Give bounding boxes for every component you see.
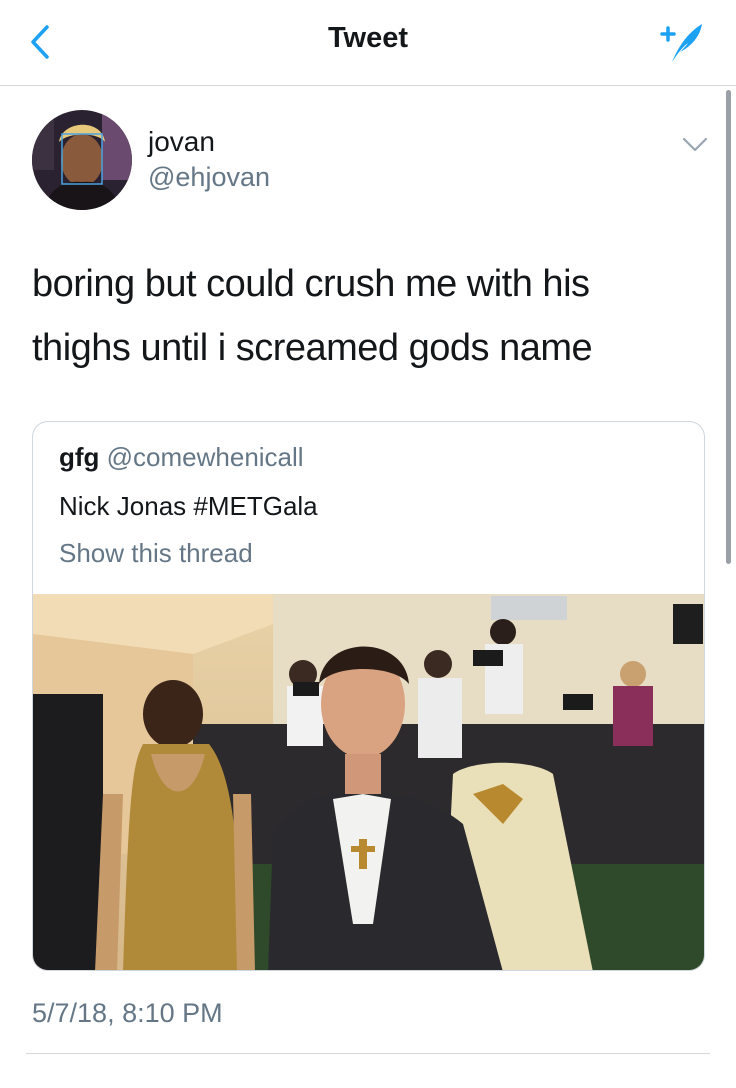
- show-thread-link[interactable]: Show this thread: [59, 538, 253, 569]
- author-name[interactable]: jovan: [148, 126, 215, 158]
- scrollbar[interactable]: [726, 90, 731, 564]
- compose-tweet-button[interactable]: [656, 18, 708, 68]
- quoted-tweet-card[interactable]: gfg @comewhenicall Nick Jonas #METGala S…: [32, 421, 705, 971]
- tweet-text: boring but could crush me with his thigh…: [32, 252, 692, 380]
- tweet-timestamp: 5/7/18, 8:10 PM: [32, 998, 223, 1028]
- chevron-down-icon: [682, 137, 708, 152]
- quoted-tweet-header: gfg @comewhenicall: [59, 442, 304, 473]
- tweet-text-line: thighs until i screamed gods name: [32, 327, 593, 369]
- avatar-photo: [32, 110, 132, 210]
- tweet-text-line: boring but could crush me with his: [32, 263, 590, 305]
- divider: [26, 1053, 710, 1054]
- red-carpet-photo: [33, 594, 704, 970]
- page-title: Tweet: [327, 22, 409, 54]
- quoted-tweet-photo[interactable]: [33, 594, 704, 970]
- navigation-bar: Tweet: [0, 0, 736, 86]
- quoted-author-handle: @comewhenicall: [106, 442, 304, 472]
- quoted-author-name: gfg: [59, 442, 100, 472]
- avatar[interactable]: [32, 110, 132, 210]
- compose-feather-icon: [660, 24, 702, 62]
- quoted-tweet-text: Nick Jonas #METGala: [59, 491, 318, 521]
- author-handle[interactable]: @ehjovan: [148, 162, 270, 193]
- tweet-options-button[interactable]: [682, 136, 708, 154]
